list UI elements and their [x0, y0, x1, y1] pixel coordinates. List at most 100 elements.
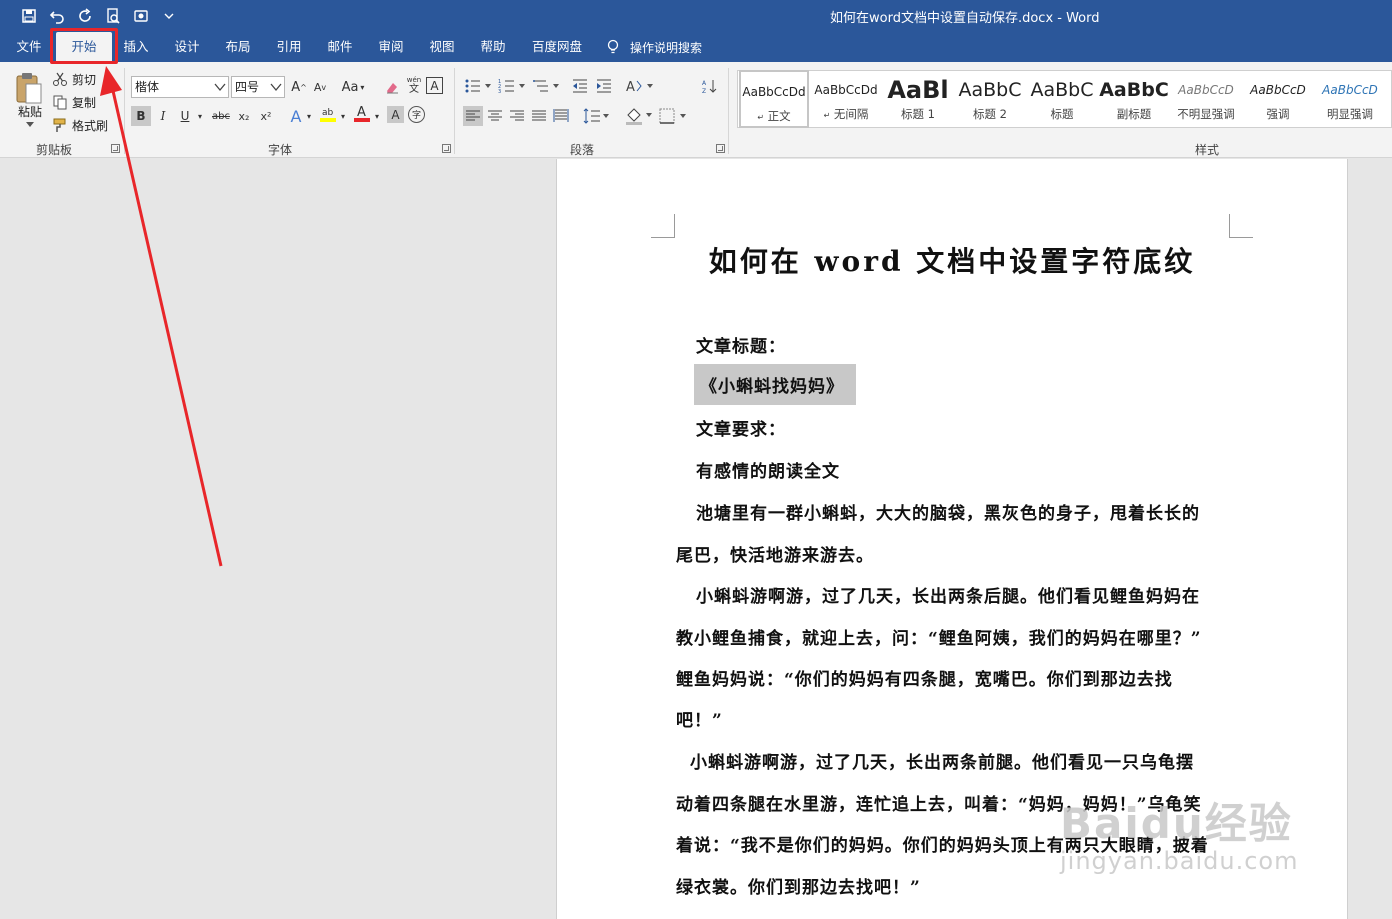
document-paragraph[interactable]: 池塘里有一群小蝌蚪，大大的脑袋，黑灰色的身子，甩着长长的: [696, 499, 1200, 524]
tab-mailings[interactable]: 邮件: [318, 32, 362, 62]
style-subtitle-sample: AaBbC: [1099, 79, 1169, 101]
cut-label: 剪切: [72, 72, 97, 87]
font-color-icon[interactable]: A: [352, 104, 372, 124]
document-paragraph[interactable]: 鲤鱼妈妈说：“你们的妈妈有四条腿，宽嘴巴。你们到那边去找: [676, 665, 1173, 690]
grow-font-icon[interactable]: A ^: [289, 77, 309, 97]
customize-qat-icon[interactable]: [158, 6, 180, 26]
borders-icon[interactable]: [658, 106, 688, 126]
align-center-icon[interactable]: [485, 106, 505, 126]
document-paragraph[interactable]: 教小鲤鱼捕食，就迎上去，问：“鲤鱼阿姨，我们的妈妈在哪里？”: [676, 624, 1202, 649]
italic-button[interactable]: I: [153, 106, 173, 126]
strikethrough-button[interactable]: abc: [209, 106, 233, 126]
underline-button[interactable]: U: [175, 106, 195, 126]
paste-button[interactable]: 粘贴: [14, 103, 46, 119]
document-paragraph[interactable]: 文章标题：: [696, 332, 786, 357]
style-heading-1[interactable]: AaBl 标题 1: [883, 70, 953, 128]
style-normal[interactable]: AaBbCcDd ↵ 正文: [739, 70, 809, 128]
format-painter-button[interactable]: 格式刷: [52, 116, 108, 134]
tab-layout[interactable]: 布局: [216, 32, 260, 62]
tab-view[interactable]: 视图: [420, 32, 464, 62]
style-emphasis[interactable]: AaBbCcD 强调: [1243, 70, 1313, 128]
svg-text:3: 3: [498, 89, 501, 94]
tab-design[interactable]: 设计: [165, 32, 209, 62]
chinese-layout-icon[interactable]: A: [624, 76, 658, 96]
clipboard-launcher-icon[interactable]: [111, 144, 120, 153]
document-paragraph[interactable]: 尾巴，快活地游来游去。: [676, 541, 874, 566]
clear-formatting-icon[interactable]: [382, 77, 402, 97]
highlight-color-icon[interactable]: ab: [318, 104, 338, 124]
document-paragraph[interactable]: 动着四条腿在水里游，连忙追上去，叫着：“妈妈，妈妈！”乌龟笑: [676, 790, 1202, 815]
document-paragraph[interactable]: 吧！”: [676, 706, 723, 731]
multilevel-list-icon[interactable]: [531, 76, 561, 96]
numbering-icon[interactable]: 123: [497, 76, 527, 96]
highlight-dropdown-icon[interactable]: ▾: [338, 106, 348, 126]
paragraph-mark-icon: ↵: [823, 111, 831, 120]
bullets-icon[interactable]: [463, 76, 493, 96]
svg-text:A: A: [357, 105, 366, 120]
document-heading[interactable]: 如何在 word 文档中设置字符底纹: [676, 240, 1228, 280]
document-paragraph[interactable]: 文章要求：: [696, 415, 786, 440]
font-color-dropdown-icon[interactable]: ▾: [372, 106, 382, 126]
tab-file[interactable]: 文件: [8, 32, 50, 62]
tab-references[interactable]: 引用: [267, 32, 311, 62]
text-effects-dropdown-icon[interactable]: ▾: [304, 106, 314, 126]
superscript-button[interactable]: x²: [256, 106, 276, 126]
copy-button[interactable]: 复制: [52, 93, 96, 111]
style-intense-emphasis[interactable]: AaBbCcD 明显强调: [1315, 70, 1385, 128]
style-emphasis-sample: AaBbCcD: [1250, 83, 1306, 97]
paragraph-launcher-icon[interactable]: [716, 144, 725, 153]
document-title: 如何在word文档中设置自动保存.docx - Word: [830, 11, 1100, 26]
touch-mode-icon[interactable]: [130, 6, 152, 26]
save-icon[interactable]: [18, 6, 40, 26]
document-paragraph[interactable]: 着说：“我不是你们的妈妈。你们的妈妈头顶上有两只大眼睛，披着: [676, 831, 1209, 856]
decrease-indent-icon[interactable]: [570, 76, 590, 96]
character-shading-icon[interactable]: A: [387, 106, 404, 123]
change-case-button[interactable]: Aa ▾: [338, 77, 368, 97]
align-left-icon[interactable]: [463, 106, 483, 126]
sort-icon[interactable]: AZ: [700, 76, 720, 96]
paste-dropdown-icon[interactable]: [22, 120, 38, 130]
tab-baidu-netdisk[interactable]: 百度网盘: [525, 32, 589, 62]
line-spacing-icon[interactable]: [582, 106, 610, 126]
cut-button[interactable]: 剪切: [52, 70, 96, 88]
print-preview-icon[interactable]: [102, 6, 124, 26]
shaded-paragraph[interactable]: 《小蝌蚪找妈妈》: [694, 364, 856, 405]
style-heading-2[interactable]: AaBbC 标题 2: [955, 70, 1025, 128]
distributed-icon[interactable]: [551, 106, 571, 126]
document-paragraph[interactable]: 小蝌蚪游啊游，过了几天，长出两条后腿。他们看见鲤鱼妈妈在: [696, 582, 1200, 607]
font-size-combo[interactable]: 四号: [231, 76, 285, 98]
increase-indent-icon[interactable]: [594, 76, 614, 96]
justify-icon[interactable]: [529, 106, 549, 126]
tell-me-search[interactable]: 操作说明搜索: [606, 32, 702, 62]
style-no-spacing-name: 无间隔: [833, 107, 869, 121]
bold-button[interactable]: B: [131, 106, 151, 126]
phonetic-guide-icon[interactable]: wén 文: [404, 75, 424, 95]
document-paragraph[interactable]: 小蝌蚪游啊游，过了几天，长出两条前腿。他们看见一只乌龟摆: [690, 748, 1194, 773]
underline-dropdown-icon[interactable]: ▾: [195, 106, 205, 126]
font-launcher-icon[interactable]: [442, 144, 451, 153]
align-right-icon[interactable]: [507, 106, 527, 126]
redo-icon[interactable]: [74, 6, 96, 26]
style-no-spacing[interactable]: AaBbCcDd ↵ 无间隔: [811, 70, 881, 128]
margin-mark-top-right: [1229, 214, 1253, 238]
enclose-characters-icon[interactable]: 字: [408, 106, 425, 123]
tab-insert[interactable]: 插入: [114, 32, 158, 62]
tab-review[interactable]: 审阅: [369, 32, 413, 62]
document-paragraph[interactable]: 有感情的朗读全文: [696, 457, 840, 482]
margin-mark-top-left: [651, 214, 675, 238]
subscript-button[interactable]: x₂: [234, 106, 254, 126]
shading-icon[interactable]: [624, 106, 654, 126]
style-subtle-emphasis[interactable]: AaBbCcD 不明显强调: [1171, 70, 1241, 128]
format-painter-icon: [53, 118, 66, 132]
font-name-combo[interactable]: 楷体: [131, 76, 229, 98]
style-title[interactable]: AaBbC 标题: [1027, 70, 1097, 128]
character-border-icon[interactable]: A: [426, 77, 443, 94]
style-subtitle[interactable]: AaBbC 副标题: [1099, 70, 1169, 128]
style-title-sample: AaBbC: [1030, 79, 1094, 101]
shrink-font-icon[interactable]: Av: [310, 77, 330, 97]
text-effects-icon[interactable]: A: [286, 106, 306, 126]
font-color-swatch: [354, 118, 370, 122]
undo-icon[interactable]: [46, 6, 68, 26]
tab-help[interactable]: 帮助: [471, 32, 515, 62]
document-paragraph[interactable]: 绿衣裳。你们到那边去找吧！”: [676, 873, 921, 898]
